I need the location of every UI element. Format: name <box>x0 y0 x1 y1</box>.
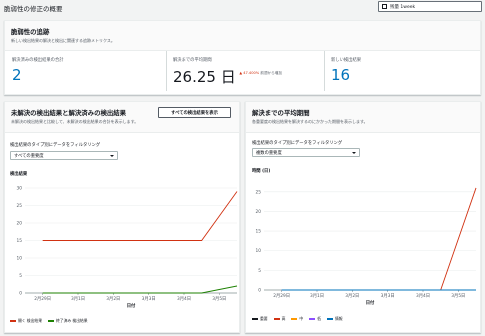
x-tick-label: 3月4日 <box>416 293 430 299</box>
legend-item[interactable]: 開く 検出結果 <box>10 318 42 324</box>
legend-label: 終了済み 検出結果 <box>56 318 88 323</box>
legend-label: 中 <box>299 316 304 321</box>
chart-legend: 開く 検出結果 終了済み 検出結果 <box>10 318 88 324</box>
date-range-label: 残量 1week <box>390 4 416 10</box>
legend-item[interactable]: 高 <box>273 316 286 322</box>
legend-item[interactable]: 情報 <box>326 316 343 322</box>
legend-item[interactable]: 低 <box>309 316 321 322</box>
legend-swatch <box>273 318 280 320</box>
y-tick-label: 20 <box>17 220 23 226</box>
kpi-new-findings: 新しい検出結果 16 <box>324 51 479 91</box>
x-tick-label: 3月1日 <box>71 296 85 302</box>
x-tick-label: 3月5日 <box>451 293 465 299</box>
tracking-title: 脆弱性の追跡 <box>11 28 50 36</box>
x-tick-label: 3月2日 <box>345 293 359 299</box>
legend-label: 高 <box>281 316 286 321</box>
severity-filter-value: すべての重要度 <box>14 153 44 159</box>
x-tick-label: 2月29日 <box>34 296 51 302</box>
y-tick-label: 10 <box>17 255 23 261</box>
change-note: 前週から増加 <box>260 71 282 75</box>
y-tick-label: 25 <box>256 189 262 195</box>
series-line <box>42 285 238 294</box>
change-percent: ▲ 47.400% <box>239 71 260 75</box>
legend-swatch <box>252 318 258 320</box>
legend-item[interactable]: 中 <box>291 316 303 322</box>
y-tick-label: 30 <box>17 185 23 191</box>
date-range-picker[interactable]: 残量 1week <box>378 1 482 12</box>
panel-title: 解決までの平均期間 <box>252 109 310 117</box>
legend-item[interactable]: 重要 <box>252 316 268 322</box>
severity-filter-select[interactable]: 複数の重要度 <box>252 148 360 157</box>
y-tick-label: 25 <box>17 203 23 209</box>
panel-description: 未解決の検出結果と比較して、未解決の検出結果の合計を表示します。 <box>11 119 139 124</box>
chevron-down-icon <box>110 155 114 157</box>
legend-swatch <box>48 320 54 322</box>
kpi-label: 解決済みの検出結果の合計 <box>12 58 64 63</box>
legend-swatch <box>326 318 333 320</box>
open-closed-line-chart: 0 5 10 15 20 25 30 2月29日 3月1日 3月2日 3月3日 3月4日 3月5日日付 <box>17 185 238 309</box>
y-tick-label: 15 <box>256 229 262 235</box>
chart-legend: 重要 高 中 低 情報 <box>252 316 343 322</box>
y-tick-label: 20 <box>256 209 262 215</box>
series-line <box>42 191 238 241</box>
y-tick-label: 10 <box>256 248 262 254</box>
chevron-down-icon <box>352 152 356 154</box>
legend-swatch <box>10 320 16 322</box>
x-tick-label: 3月5日 <box>212 296 226 302</box>
tracking-description: 新しい検出結果の解決と検出に関連する追跡メトリクス。 <box>11 38 115 43</box>
panel-description: 各重要度の検出結果を解決するのにかかった期間を表示します。 <box>252 119 368 124</box>
x-axis-label: 日付 <box>127 302 136 309</box>
legend-swatch <box>309 318 316 320</box>
x-tick-label: 3月3日 <box>142 296 156 302</box>
y-tick-label: 0 <box>258 287 261 293</box>
calendar-icon <box>382 4 387 9</box>
kpi-value[interactable]: 16 <box>331 66 479 84</box>
x-tick-label: 2月29日 <box>273 293 290 299</box>
kpi-mean-time: 解決までの平均期間 26.25 日 ▲ 47.400% 前週から増加 <box>166 51 321 91</box>
legend-item[interactable]: 終了済み 検出結果 <box>48 318 88 324</box>
top-bar: 脆弱性の修正の概要 残量 1week <box>0 0 485 14</box>
severity-filter-value: 複数の重要度 <box>256 150 282 156</box>
y-tick-label: 5 <box>19 273 22 279</box>
legend-label: 情報 <box>334 316 343 321</box>
severity-filter-select[interactable]: すべての重要度 <box>10 151 118 160</box>
y-tick-label: 15 <box>17 238 23 244</box>
y-tick-label: 5 <box>258 268 261 274</box>
x-tick-label: 3月1日 <box>310 293 324 299</box>
filter-label: 検出結果のタイプ別にデータをフィルタリング <box>252 141 343 146</box>
mean-time-line-chart: 0 5 10 15 20 25 2月29日 3月1日 3月2日 3月3日 3月4日 3月5日日付 <box>256 187 477 306</box>
page-title: 脆弱性の修正の概要 <box>4 5 63 13</box>
x-tick-label: 3月3日 <box>381 293 395 299</box>
series-line <box>281 187 477 291</box>
kpi-resolved-total: 解決済みの検出結果の合計 2 <box>6 51 161 91</box>
x-tick-label: 3月4日 <box>177 296 191 302</box>
legend-swatch <box>291 318 298 320</box>
y-tick-label: 0 <box>19 290 22 296</box>
legend-label: 開く 検出結果 <box>18 318 42 323</box>
view-all-findings-button[interactable]: すべての検出結果を表示 <box>158 107 231 118</box>
legend-label: 重要 <box>260 316 268 321</box>
kpi-value[interactable]: 2 <box>12 66 161 84</box>
legend-label: 低 <box>317 316 321 321</box>
kpi-change: ▲ 47.400% 前週から増加 <box>239 71 282 75</box>
filter-label: 検出結果のタイプ別にデータをフィルタリング <box>10 143 101 148</box>
x-tick-label: 3月2日 <box>106 296 120 302</box>
kpi-label: 新しい検出結果 <box>331 58 362 63</box>
x-axis-label: 日付 <box>366 299 375 306</box>
kpi-value: 26.25 日 <box>173 68 236 86</box>
